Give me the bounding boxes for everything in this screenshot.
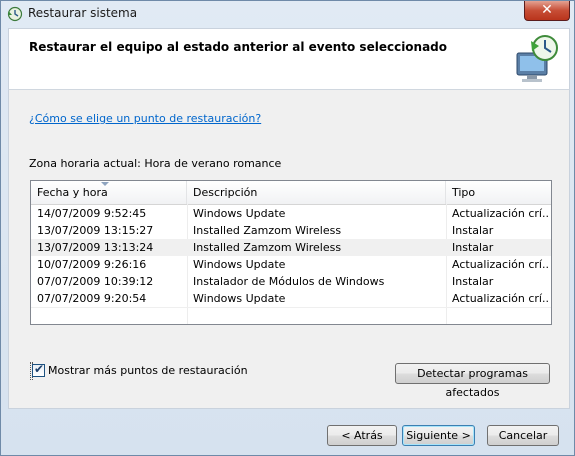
sort-descending-icon xyxy=(101,182,109,186)
row-date: 10/07/2009 9:26:16 xyxy=(37,258,147,271)
row-description: Windows Update xyxy=(193,292,286,305)
title-bar[interactable]: Restaurar sistema ✕ xyxy=(1,1,574,27)
row-type: Actualización crí... xyxy=(452,207,550,220)
column-header-type[interactable]: Tipo xyxy=(446,181,550,204)
window-title: Restaurar sistema xyxy=(28,6,138,20)
row-date: 13/07/2009 13:13:24 xyxy=(37,241,154,254)
restore-point-help-link[interactable]: ¿Cómo se elige un punto de restauración? xyxy=(29,112,261,125)
empty-row-divider xyxy=(31,307,551,308)
next-button[interactable]: Siguiente > xyxy=(402,425,475,446)
table-row[interactable]: 10/07/2009 9:26:16 Windows Update Actual… xyxy=(31,256,551,273)
row-description: Instalador de Módulos de Windows xyxy=(193,275,385,288)
row-description: Installed Zamzom Wireless xyxy=(193,241,342,254)
restore-points-table[interactable]: Fecha y hora Descripción Tipo 14/07/2009… xyxy=(30,180,552,325)
row-date: 14/07/2009 9:52:45 xyxy=(37,207,147,220)
table-row[interactable]: 07/07/2009 9:20:54 Windows Update Actual… xyxy=(31,290,551,307)
column-header-date[interactable]: Fecha y hora xyxy=(31,181,187,204)
row-type: Actualización crí... xyxy=(452,258,550,271)
row-type: Actualización crí... xyxy=(452,292,550,305)
close-button[interactable]: ✕ xyxy=(524,1,570,21)
table-row[interactable]: 13/07/2009 13:13:24 Installed Zamzom Wir… xyxy=(31,239,551,256)
row-date: 07/07/2009 9:20:54 xyxy=(37,292,147,305)
system-restore-icon xyxy=(516,35,558,82)
close-icon: ✕ xyxy=(541,2,553,18)
row-description: Windows Update xyxy=(193,207,286,220)
table-row[interactable]: 13/07/2009 13:15:27 Installed Zamzom Wir… xyxy=(31,222,551,239)
checkmark-icon: ✔ xyxy=(34,362,45,376)
system-restore-window: Restaurar sistema ✕ Restaurar el equipo … xyxy=(0,0,575,456)
row-type: Instalar xyxy=(452,241,494,254)
detect-affected-programs-button[interactable]: Detectar programas afectados xyxy=(395,363,550,399)
system-restore-app-icon xyxy=(7,6,23,22)
show-more-label[interactable]: Mostrar más puntos de restauración xyxy=(48,364,248,377)
row-date: 13/07/2009 13:15:27 xyxy=(37,224,154,237)
show-more-restore-points-checkbox[interactable]: ✔ Mostrar más puntos de restauración xyxy=(30,362,248,380)
checkbox-box[interactable]: ✔ xyxy=(32,362,45,377)
row-description: Windows Update xyxy=(193,258,286,271)
back-button[interactable]: < Atrás xyxy=(327,425,397,446)
row-type: Instalar xyxy=(452,224,494,237)
table-row[interactable]: 07/07/2009 10:39:12 Instalador de Módulo… xyxy=(31,273,551,290)
wizard-header: Restaurar el equipo al estado anterior a… xyxy=(8,28,570,90)
row-date: 07/07/2009 10:39:12 xyxy=(37,275,154,288)
table-header: Fecha y hora Descripción Tipo xyxy=(31,181,551,205)
page-title: Restaurar el equipo al estado anterior a… xyxy=(29,40,448,54)
table-row[interactable]: 14/07/2009 9:52:45 Windows Update Actual… xyxy=(31,205,551,222)
cancel-button[interactable]: Cancelar xyxy=(487,425,559,446)
row-description: Installed Zamzom Wireless xyxy=(193,224,342,237)
row-type: Instalar xyxy=(452,275,494,288)
wizard-content: ¿Cómo se elige un punto de restauración?… xyxy=(8,89,570,409)
column-header-description[interactable]: Descripción xyxy=(187,181,446,204)
timezone-label: Zona horaria actual: Hora de verano roma… xyxy=(29,157,282,170)
